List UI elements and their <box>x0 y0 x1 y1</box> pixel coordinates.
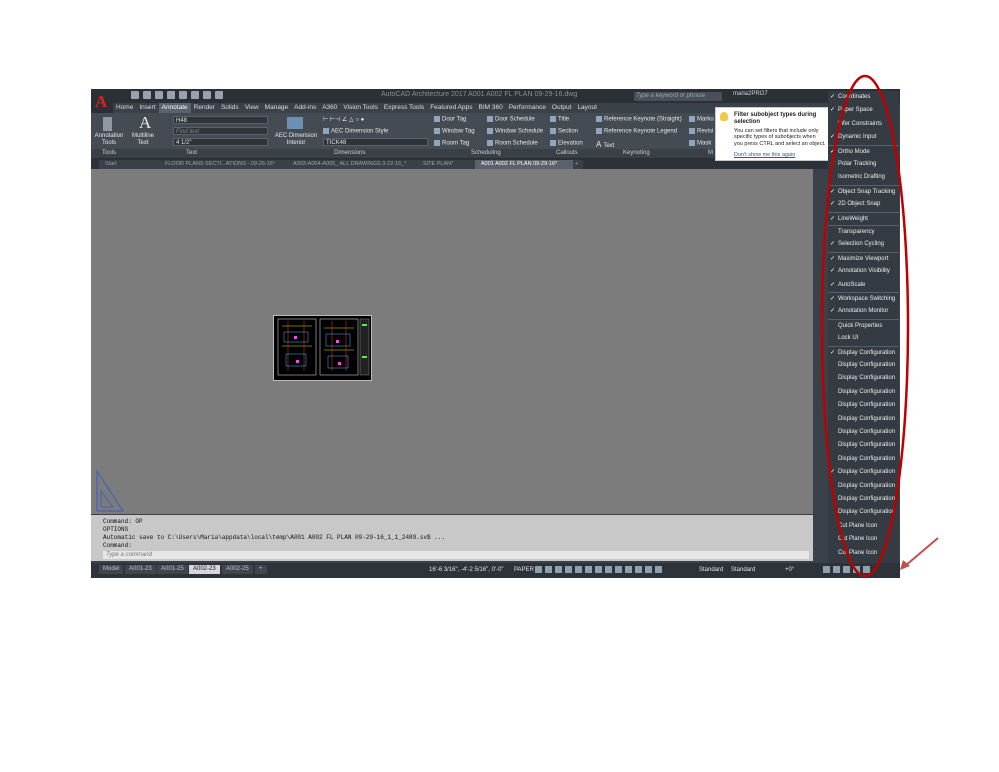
annotation-overlay <box>820 74 939 578</box>
highlight-arrow <box>904 537 939 567</box>
highlight-ellipse <box>820 74 910 578</box>
highlight-arrowhead <box>900 560 910 570</box>
